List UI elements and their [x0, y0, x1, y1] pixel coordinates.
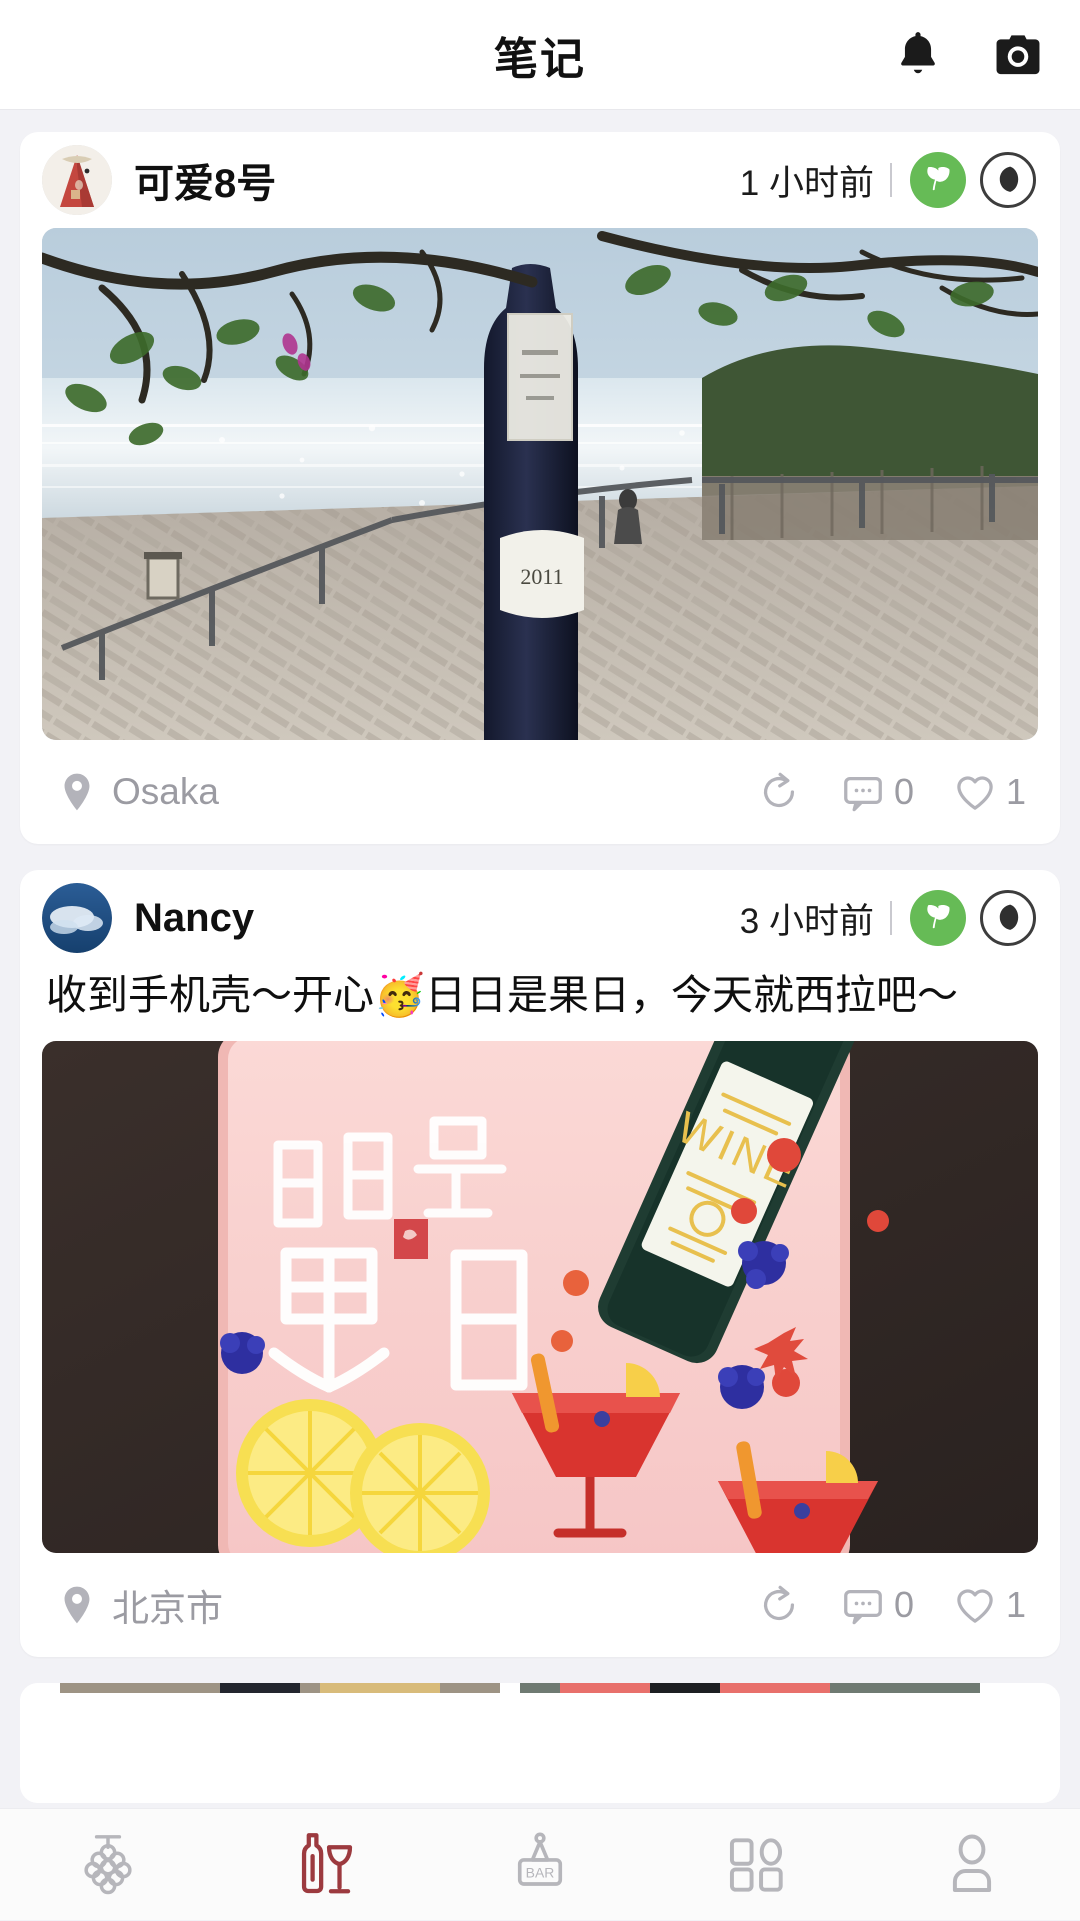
bar-sign-icon: BAR — [517, 1831, 563, 1886]
share-icon — [763, 1585, 794, 1621]
comment-count: 0 — [893, 771, 914, 812]
leaf-icon — [927, 167, 950, 191]
location[interactable]: 北京市 — [54, 1578, 223, 1632]
header-actions — [890, 0, 1046, 110]
dark-circle-icon — [999, 904, 1019, 930]
post-header: 可爱8号 1 小时前 — [20, 132, 1060, 228]
post-actions: 0 1 — [756, 1582, 1026, 1628]
timestamp: 3 小时前 — [739, 901, 874, 941]
location-name: 北京市 — [112, 1588, 223, 1630]
comment-icon — [844, 776, 882, 812]
svg-text:2011: 2011 — [520, 564, 563, 589]
next-post-media-partial — [20, 1683, 1060, 1804]
grid-icon — [729, 1837, 783, 1892]
post-media[interactable]: 2011 — [42, 228, 1038, 740]
avatar[interactable] — [42, 883, 112, 953]
page-title: 笔记 — [494, 34, 586, 84]
post-footer: Osaka 0 1 — [20, 740, 1060, 844]
location-name: Osaka — [112, 771, 219, 812]
like-count: 1 — [1005, 771, 1026, 812]
share-button[interactable] — [756, 1582, 802, 1628]
comment-icon — [844, 1590, 882, 1625]
like-button[interactable]: 1 — [952, 769, 1026, 815]
share-button[interactable] — [756, 769, 802, 815]
meta-divider — [890, 163, 892, 197]
leaf-icon — [927, 905, 950, 929]
camera-icon[interactable] — [990, 27, 1046, 83]
tab-profile[interactable] — [864, 1809, 1080, 1921]
tab-grapes[interactable] — [0, 1809, 216, 1921]
dark-circle-icon — [999, 166, 1019, 192]
location[interactable]: Osaka — [54, 769, 219, 815]
avatar[interactable] — [42, 145, 112, 215]
heart-icon — [957, 776, 993, 810]
bell-icon[interactable] — [890, 27, 946, 83]
username[interactable]: 可爱8号 — [134, 151, 276, 209]
tab-discover[interactable] — [648, 1809, 864, 1921]
post-header: Nancy 3 小时前 — [20, 870, 1060, 966]
like-count: 1 — [1005, 1584, 1026, 1626]
notes-feed[interactable]: 可爱8号 1 小时前 2011 Osaka 0 1 Nancy 3 小时前 收到… — [0, 110, 1080, 1810]
post-card[interactable]: Nancy 3 小时前 收到手机壳～开心🥳日日是果日，今天就西拉吧～ WINE … — [20, 870, 1060, 1658]
next-post-card-partial[interactable] — [20, 1683, 1060, 1804]
username[interactable]: Nancy — [134, 896, 254, 941]
person-icon — [952, 1834, 992, 1892]
post-meta: 3 小时前 — [740, 890, 1036, 946]
location-pin-icon — [64, 1586, 90, 1624]
post-footer: 北京市 0 1 — [20, 1553, 1060, 1657]
timestamp: 1 小时前 — [739, 163, 874, 203]
wine-drop-badge[interactable] — [980, 152, 1036, 208]
svg-text:BAR: BAR — [526, 1864, 555, 1880]
comment-count: 0 — [893, 1584, 914, 1626]
bottle-glass-icon — [301, 1832, 353, 1893]
post-media[interactable]: WINE — [42, 1041, 1038, 1554]
post-card[interactable]: 可爱8号 1 小时前 2011 Osaka 0 1 — [20, 132, 1060, 844]
bottom-tabbar: BAR — [0, 1808, 1080, 1920]
heart-icon — [957, 1589, 993, 1623]
post-meta: 1 小时前 — [740, 152, 1036, 208]
grapes-icon — [84, 1834, 132, 1894]
post-text: 收到手机壳～开心🥳日日是果日，今天就西拉吧～ — [46, 972, 959, 1018]
tab-bar[interactable]: BAR — [432, 1809, 648, 1921]
post-actions: 0 1 — [756, 769, 1026, 815]
comment-button[interactable]: 0 — [840, 1582, 914, 1628]
location-pin-icon — [64, 773, 90, 811]
leaf-badge[interactable] — [910, 152, 966, 208]
comment-button[interactable]: 0 — [840, 769, 914, 815]
leaf-badge[interactable] — [910, 890, 966, 946]
app-header: 笔记 — [0, 0, 1080, 110]
wine-drop-badge[interactable] — [980, 890, 1036, 946]
share-icon — [763, 772, 794, 808]
meta-divider — [890, 901, 892, 935]
like-button[interactable]: 1 — [952, 1582, 1026, 1628]
tab-notes[interactable] — [216, 1809, 432, 1921]
